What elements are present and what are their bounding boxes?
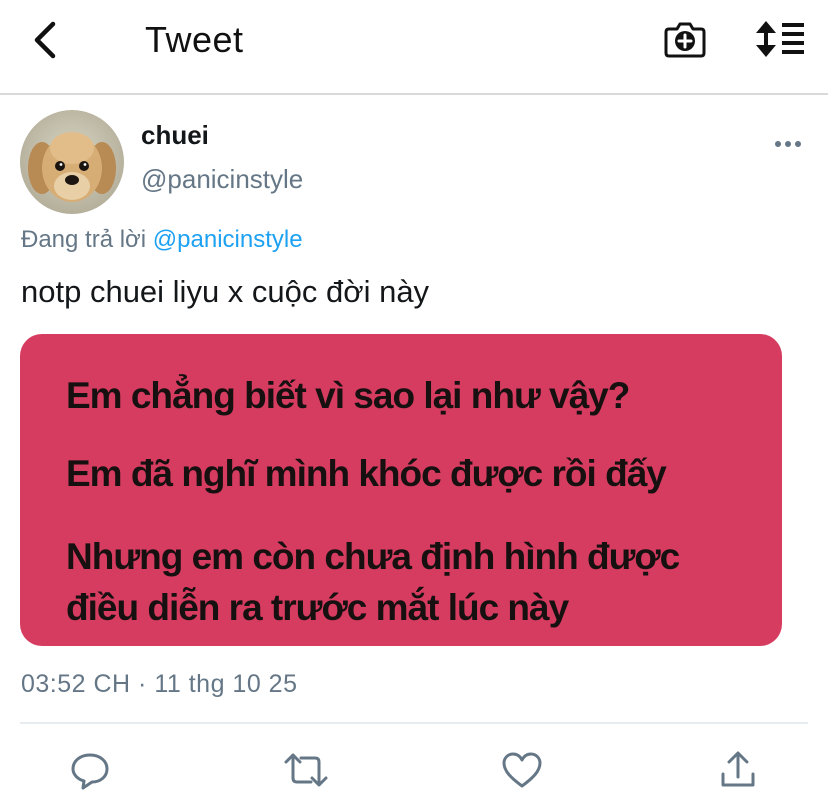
- media-text-line: Nhưng em còn chưa định hình được: [66, 536, 680, 577]
- heart-icon: [502, 752, 542, 788]
- divider: [20, 722, 808, 724]
- more-dots-icon: [775, 141, 801, 147]
- reply-button[interactable]: [66, 748, 114, 792]
- media-text-line: điều diễn ra trước mắt lúc này: [66, 587, 569, 628]
- sort-list-icon: [756, 21, 804, 57]
- reply-mention-link[interactable]: @panicinstyle: [153, 226, 303, 253]
- tweet-media-image[interactable]: Em chẳng biết vì sao lại như vậy? Em đã …: [20, 334, 782, 646]
- back-button[interactable]: [22, 14, 70, 66]
- chevron-left-icon: [34, 21, 56, 59]
- media-text-line: Em đã nghĩ mình khóc được rồi đấy: [66, 453, 667, 494]
- reply-bubble-icon: [71, 753, 109, 790]
- sort-button[interactable]: [752, 14, 808, 64]
- camera-plus-icon: [664, 22, 706, 58]
- puppy-photo: [20, 110, 124, 214]
- author-display-name[interactable]: chuei: [141, 119, 209, 151]
- avatar[interactable]: [20, 110, 124, 214]
- share-icon: [721, 751, 755, 787]
- top-bar: Tweet: [0, 0, 828, 95]
- like-button[interactable]: [498, 748, 546, 792]
- more-options-button[interactable]: [768, 128, 808, 160]
- media-text-line: Em chẳng biết vì sao lại như vậy?: [66, 375, 630, 416]
- reply-prefix: Đang trả lời: [21, 226, 147, 253]
- retweet-button[interactable]: [282, 748, 330, 792]
- camera-button[interactable]: [660, 14, 710, 64]
- tweet-timestamp: 03:52 CH · 11 thg 10 25: [21, 670, 298, 698]
- tweet-text: notp chuei liyu x cuộc đời này: [21, 274, 430, 309]
- author-handle[interactable]: @panicinstyle: [141, 163, 303, 195]
- share-button[interactable]: [714, 748, 762, 792]
- retweet-icon: [284, 753, 328, 787]
- page-title: Tweet: [145, 19, 244, 60]
- reply-context: Đang trả lời @panicinstyle: [21, 224, 303, 256]
